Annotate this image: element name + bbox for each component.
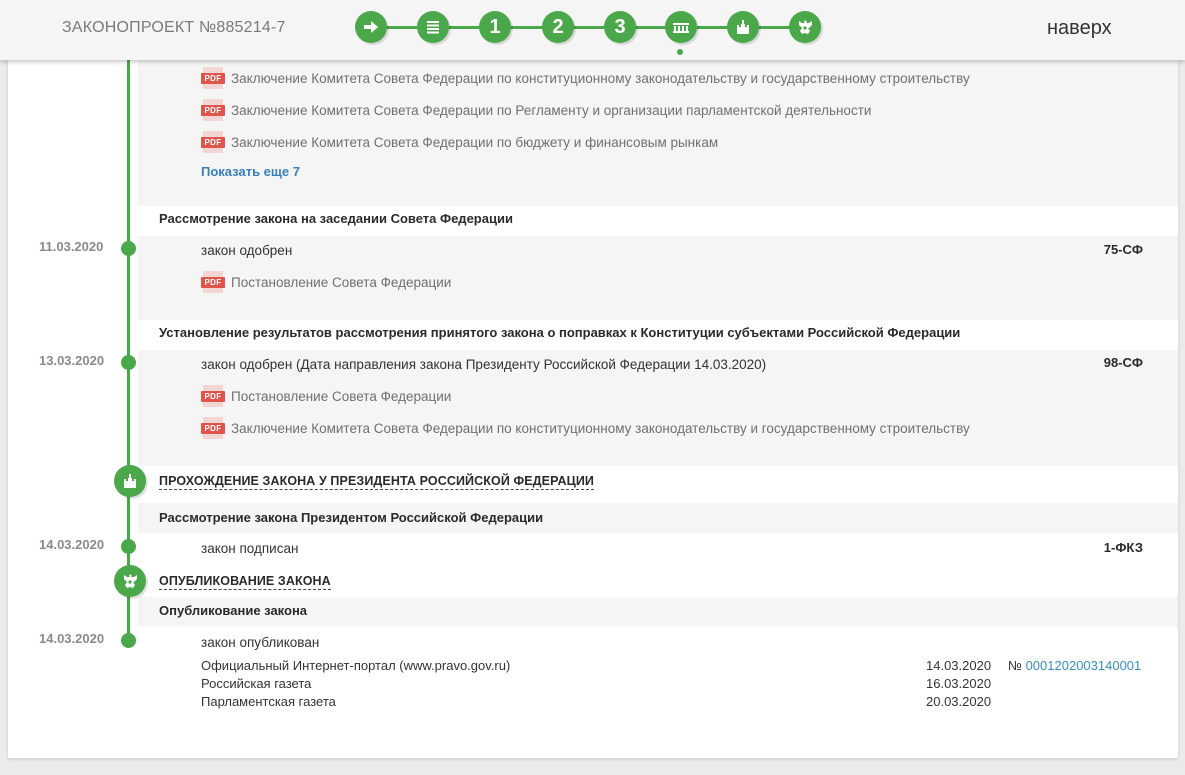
pdf-document-link[interactable]: PDF Заключение Комитета Совета Федерации… [201,67,970,89]
step-introduction-button[interactable] [355,11,387,43]
publication-source-name: Парламентская газета [201,694,336,709]
pdf-icon: PDF [201,271,225,293]
decision-code: 1-ФКЗ [1103,540,1143,555]
pdf-document-link[interactable]: PDF Постановление Совета Федерации [201,271,451,293]
publication-source-row: Российская газета 16.03.2020 [201,676,1143,694]
event-date: 13.03.2020 [39,353,105,368]
step-third-reading-button[interactable]: 3 [604,11,636,43]
publication-date: 20.03.2020 [926,694,992,709]
pdf-document-link[interactable]: PDF Заключение Комитета Совета Федерации… [201,417,970,439]
publication-number: № 0001202003140001 [1008,658,1141,673]
document-title: Заключение Комитета Совета Федерации по … [231,420,970,436]
kremlin-icon [737,20,749,34]
document-stack-icon [427,21,439,34]
bill-title: ЗАКОНОПРОЕКТ №885214-7 [62,19,286,36]
publication-source-row: Официальный Интернет-портал (www.pravo.g… [201,658,1143,676]
publication-date: 16.03.2020 [926,676,992,691]
stage-stepper: 1 2 3 [355,11,821,55]
step-preliminary-button[interactable] [417,11,449,43]
step-second-reading-button[interactable]: 2 [542,11,574,43]
stage-president-node [114,465,146,497]
top-navigation-bar: ЗАКОНОПРОЕКТ №885214-7 1 2 3 наверх [0,0,1185,60]
publication-number-link[interactable]: 0001202003140001 [1026,658,1142,673]
pdf-icon: PDF [201,99,225,121]
pdf-icon: PDF [201,131,225,153]
timeline-dot [121,539,136,554]
document-title: Постановление Совета Федерации [231,388,452,404]
event-date: 14.03.2020 [39,631,105,646]
publication-date: 14.03.2020 [926,658,992,673]
publication-source-name: Российская газета [201,676,312,691]
step-federation-council-button[interactable] [665,11,697,43]
pdf-document-link[interactable]: PDF Заключение Комитета Совета Федерации… [201,99,871,121]
decision-status: закон одобрен [201,243,293,258]
document-title: Заключение Комитета Совета Федерации по … [231,102,872,118]
publication-number-prefix: № [1008,658,1022,673]
decision-status: закон подписан [201,541,299,556]
pdf-icon: PDF [201,417,225,439]
eagle-emblem-icon [124,574,137,588]
arrow-icon [364,21,378,33]
timeline-dot [121,355,136,370]
step-first-reading-button[interactable]: 1 [479,11,511,43]
decision-status: закон одобрен (Дата направления закона П… [201,357,767,372]
step-number: 2 [552,15,564,38]
kremlin-icon [124,474,136,488]
document-title: Заключение Комитета Совета Федерации по … [231,70,970,86]
event-title: Рассмотрение закона на заседании Совета … [159,211,513,226]
step-publication-button[interactable] [789,11,821,43]
step-number: 3 [614,15,626,38]
step-number: 1 [489,15,501,38]
event-title: Опубликование закона [159,603,308,618]
publication-source-row: Парламентская газета 20.03.2020 [201,694,1143,712]
event-title: Установление результатов рассмотрения пр… [159,325,961,340]
stage-publication-node [114,565,146,597]
show-more-link[interactable]: Показать еще 7 [201,164,300,179]
decision-code: 75-СФ [1103,242,1143,257]
decision-code: 98-СФ [1103,355,1143,370]
publication-source-name: Официальный Интернет-портал (www.pravo.g… [201,658,511,673]
stage-title-link[interactable]: ОПУБЛИКОВАНИЕ ЗАКОНА [159,574,331,590]
council-icon [673,23,689,33]
event-date: 11.03.2020 [39,239,104,254]
pdf-icon: PDF [201,385,225,407]
step-president-button[interactable] [727,11,759,43]
eagle-emblem-icon [799,20,812,34]
pdf-icon: PDF [201,67,225,89]
active-step-indicator [677,49,683,55]
timeline-dot [121,633,136,648]
event-title: Рассмотрение закона Президентом Российск… [159,510,544,525]
pdf-document-link[interactable]: PDF Постановление Совета Федерации [201,385,451,407]
back-to-top-link[interactable]: наверх [1047,17,1112,40]
event-date: 14.03.2020 [39,537,105,552]
timeline-dot [121,241,136,256]
decision-status: закон опубликован [201,635,320,650]
document-title: Постановление Совета Федерации [231,274,452,290]
stage-title-link[interactable]: ПРОХОЖДЕНИЕ ЗАКОНА У ПРЕЗИДЕНТА РОССИЙСК… [159,474,594,490]
pdf-document-link[interactable]: PDF Заключение Комитета Совета Федерации… [201,131,718,153]
document-title: Заключение Комитета Совета Федерации по … [231,134,719,150]
